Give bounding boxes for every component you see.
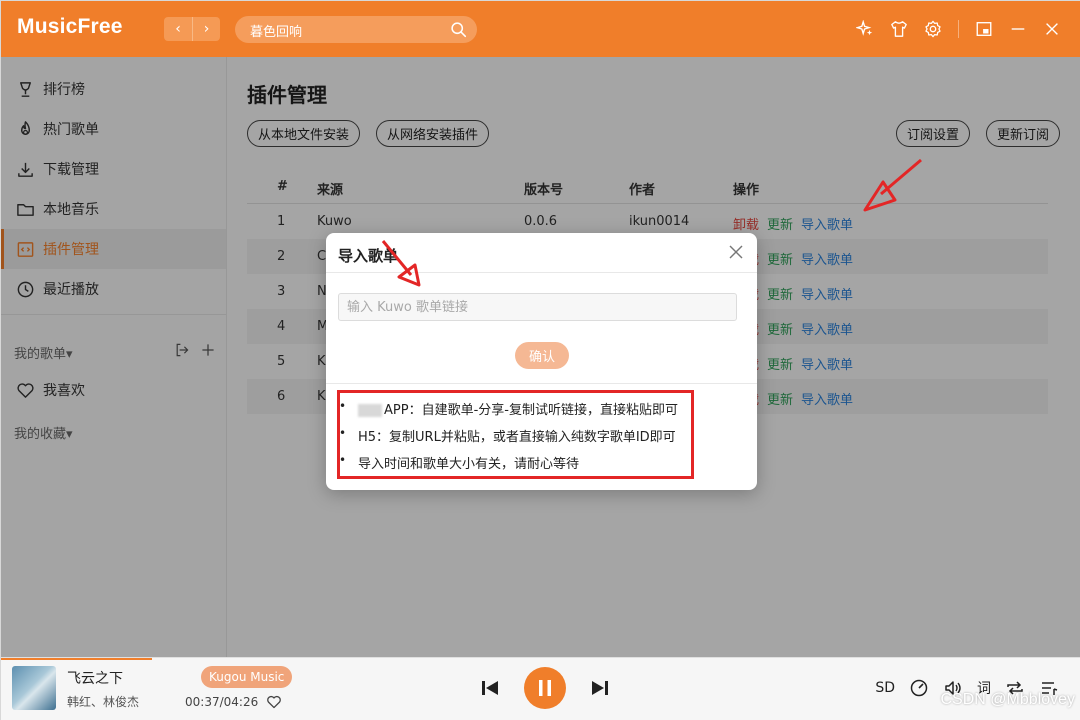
playlist-link-input[interactable] (338, 293, 737, 321)
search-icon[interactable] (450, 21, 467, 38)
pause-icon (539, 680, 551, 696)
album-cover[interactable] (12, 666, 56, 710)
pause-button[interactable] (524, 667, 566, 709)
window-actions (854, 18, 1063, 40)
playback-progress[interactable] (1, 658, 153, 660)
theme-shirt-icon[interactable] (888, 18, 910, 40)
app-logo: MusicFree (17, 15, 123, 38)
back-button[interactable]: ‹ (164, 17, 192, 41)
dialog-divider (326, 383, 757, 384)
forward-button[interactable]: › (192, 17, 220, 41)
song-artist: 韩红、林俊杰 (67, 695, 140, 709)
playback-time: 00:37/04:26 (185, 695, 259, 709)
close-icon[interactable] (729, 245, 743, 259)
close-icon[interactable] (1041, 18, 1063, 40)
heart-icon[interactable] (266, 694, 282, 710)
mini-mode-icon[interactable] (973, 18, 995, 40)
minimize-icon[interactable] (1007, 18, 1029, 40)
previous-track-icon[interactable] (481, 680, 499, 696)
next-track-icon[interactable] (591, 680, 609, 696)
history-nav: ‹ › (164, 17, 220, 41)
title-bar: MusicFree ‹ › 暮色回响 (1, 1, 1080, 57)
watermark: CSDN @Mbblovey (940, 691, 1076, 708)
dialog-divider (326, 272, 757, 273)
search-bar[interactable]: 暮色回响 (235, 16, 477, 43)
confirm-button[interactable]: 确认 (515, 342, 569, 369)
song-title[interactable]: 飞云之下 (67, 668, 123, 688)
app-window: MusicFree ‹ › 暮色回响 排行榜 热门歌单 下载管理 本地音乐 插件… (0, 0, 1080, 720)
search-input[interactable]: 暮色回响 (250, 21, 302, 40)
quality-toggle[interactable]: SD (875, 680, 895, 696)
source-badge: Kugou Music (201, 666, 293, 688)
speed-gauge-icon[interactable] (909, 678, 929, 698)
gear-icon[interactable] (922, 18, 944, 40)
title-separator (958, 20, 959, 38)
player-bar: 飞云之下 韩红、林俊杰 Kugou Music 00:37/04:26 SD 词… (1, 657, 1080, 720)
annotation-highlight-box (337, 390, 694, 479)
dialog-title: 导入歌单 (338, 247, 399, 265)
sparkle-icon[interactable] (854, 18, 876, 40)
